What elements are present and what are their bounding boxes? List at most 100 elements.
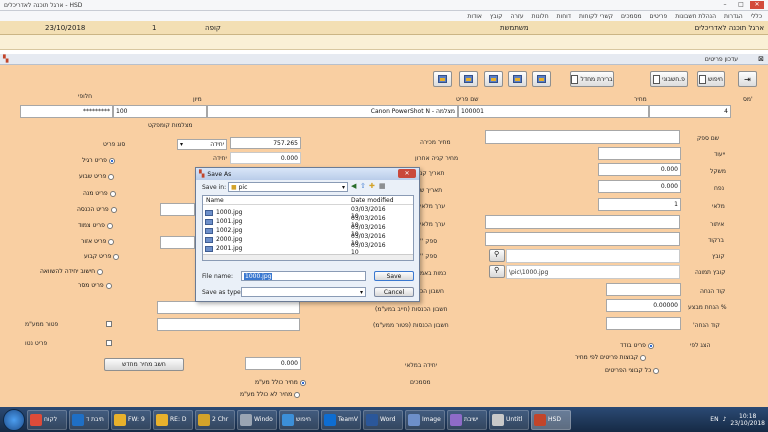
model-field[interactable]: 100	[113, 105, 207, 118]
menu-accounting[interactable]: הנהלת חשבונות	[675, 13, 716, 20]
dialog-close-button[interactable]: ✕	[398, 169, 416, 178]
radio-type-portion[interactable]: פריט מנה	[83, 190, 116, 197]
acct-income-field[interactable]	[157, 301, 300, 314]
back-icon[interactable]: ◀	[351, 182, 356, 190]
task-windows[interactable]: Windo	[237, 409, 277, 430]
minimize-button[interactable]: –	[718, 1, 732, 9]
task-mail-1[interactable]: FW: 9	[111, 409, 151, 430]
spare-field[interactable]: *********	[20, 105, 113, 118]
close-button[interactable]: ✕	[750, 1, 764, 9]
recalc-price-button[interactable]: חשב מחיר מחדש	[104, 358, 184, 371]
task-mail-2[interactable]: RE: D	[153, 409, 193, 430]
toolbar-image-button-2[interactable]	[459, 71, 478, 87]
task-image[interactable]: Image	[405, 409, 445, 430]
attach-file-button[interactable]: ⚲	[489, 249, 505, 262]
default-button[interactable]: ברירת מחדל	[570, 71, 614, 87]
menu-help[interactable]: עזרה	[511, 13, 524, 20]
yiud-field[interactable]	[598, 147, 681, 160]
file-row[interactable]: 1002.jpg 03/03/2016 10	[205, 224, 386, 238]
radio-single-item[interactable]: פריט בודד	[620, 342, 654, 349]
task-outlook[interactable]: תיבת ד	[69, 409, 109, 430]
menu-windows[interactable]: חלונות	[532, 13, 549, 20]
col-name-header[interactable]: Name	[206, 197, 224, 204]
reorder-field[interactable]	[606, 283, 681, 296]
toolbar-image-button-3[interactable]	[484, 71, 503, 87]
file-row[interactable]: 1001.jpg 03/03/2016 10	[205, 215, 386, 229]
clock[interactable]: 10:18 23/10/2018	[730, 413, 765, 427]
file-row[interactable]: 2001.jpg 03/03/2016 10	[205, 242, 386, 256]
up-folder-icon[interactable]: ⇧	[360, 182, 366, 190]
task-meeting[interactable]: ישיבת	[447, 409, 487, 430]
radio-type-fixed[interactable]: פריט קבוע	[84, 253, 120, 260]
discount-pct-field[interactable]: 0.00000	[606, 299, 681, 312]
menu-about[interactable]: אודות	[467, 13, 482, 20]
col-date-header[interactable]: Date modified	[351, 197, 394, 204]
units-stock-field[interactable]: 0.000	[245, 357, 301, 370]
radio-type-income[interactable]: פריט הכנסה	[77, 206, 117, 213]
acct-income-free-field[interactable]	[157, 318, 300, 331]
stock-field[interactable]: 1	[598, 198, 681, 211]
save-in-combo[interactable]: ■ pic ▾	[228, 182, 348, 192]
image-field[interactable]: \pic\1000.jpg	[506, 265, 680, 279]
attach-image-button[interactable]: ⚲	[489, 265, 505, 278]
task-chrome[interactable]: לקוח	[27, 409, 67, 430]
toolbar-image-button-1[interactable]	[433, 71, 452, 87]
task-paint[interactable]: Untitl	[489, 409, 529, 430]
menu-documents[interactable]: מסמכים	[621, 13, 642, 20]
menu-items[interactable]: פריטים	[650, 13, 668, 20]
radio-type-linked[interactable]: פריט צמוד	[78, 222, 113, 229]
radio-price-with-vat[interactable]: מחיר כולל מע"מ	[255, 379, 306, 386]
name-field[interactable]: Canon PowerShot N - מצלמה	[207, 105, 458, 118]
task-ie[interactable]: חיפוש	[279, 409, 319, 430]
last-price-field[interactable]: 0.000	[230, 152, 301, 164]
filename-input[interactable]: 1000.jpg	[241, 271, 366, 281]
net-item-checkbox[interactable]	[106, 340, 112, 346]
radio-price-without-vat[interactable]: מחיר לא כולל מע"מ	[240, 391, 301, 398]
language-indicator[interactable]: EN	[710, 416, 718, 423]
radio-type-area[interactable]: פריט אזור	[81, 238, 115, 245]
inner-close-icon[interactable]: ⊠	[758, 55, 764, 63]
reorder2-field[interactable]	[606, 317, 681, 330]
search-button[interactable]: חיפוש	[697, 71, 725, 87]
volume-icon[interactable]: ♪	[723, 416, 727, 423]
task-folder[interactable]: 2 Chr	[195, 409, 235, 430]
task-word[interactable]: Word	[363, 409, 403, 430]
menu-crm[interactable]: קשרי לקוחות	[579, 13, 613, 20]
savetype-combo[interactable]: ▾	[241, 287, 366, 297]
barcode-field[interactable]	[485, 232, 680, 246]
menu-general[interactable]: כללי	[751, 13, 762, 20]
menu-settings[interactable]: הגדרות	[724, 13, 743, 20]
radio-all-groups[interactable]: כל קבוצי הפריטים	[605, 367, 660, 374]
task-teamviewer[interactable]: TeamV	[321, 409, 361, 430]
type-extra-field-2[interactable]	[160, 236, 195, 249]
radio-by-group[interactable]: קבוצות פריטים לפי מחיר	[575, 354, 647, 361]
code-field[interactable]: 100001	[458, 105, 649, 118]
view-menu-icon[interactable]: ▦	[379, 182, 386, 190]
vat-exempt-checkbox[interactable]	[106, 321, 112, 327]
start-button[interactable]	[3, 408, 25, 431]
file-row[interactable]: 2000.jpg 03/03/2016 10	[205, 233, 386, 247]
new-folder-icon[interactable]: ✚	[369, 182, 375, 190]
toolbar-image-button-4[interactable]	[508, 71, 527, 87]
supplier-code-field[interactable]	[485, 130, 680, 144]
volume-field[interactable]: 0.000	[598, 180, 681, 193]
sale-price-field[interactable]: 757.265	[230, 137, 301, 149]
type-extra-field-1[interactable]	[160, 203, 195, 216]
weight-field[interactable]: 0.000	[598, 163, 681, 176]
radio-type-message[interactable]: פריט מסר	[78, 282, 112, 289]
task-hsd[interactable]: HSD	[531, 409, 571, 430]
maximize-button[interactable]: □	[734, 1, 748, 9]
radio-type-week[interactable]: פריט שבוע	[79, 173, 115, 180]
price-unit-select[interactable]: יחידה ▾	[177, 139, 227, 150]
radio-type-unit-compare[interactable]: חישוב יחידה להשוואה	[40, 268, 104, 275]
cancel-button[interactable]: Cancel	[374, 287, 414, 297]
address-field[interactable]	[485, 215, 680, 229]
horizontal-scrollbar[interactable]	[203, 254, 413, 260]
exit-button[interactable]: ⇥	[738, 71, 757, 87]
toolbar-image-button-5[interactable]	[532, 71, 551, 87]
file-field[interactable]	[506, 249, 680, 263]
radio-type-regular[interactable]: פריט רגיל	[82, 157, 115, 164]
accounting-button[interactable]: פ.חשבוני	[650, 71, 688, 87]
number-field[interactable]: 4	[649, 105, 731, 118]
menu-file[interactable]: קובץ	[490, 13, 503, 20]
